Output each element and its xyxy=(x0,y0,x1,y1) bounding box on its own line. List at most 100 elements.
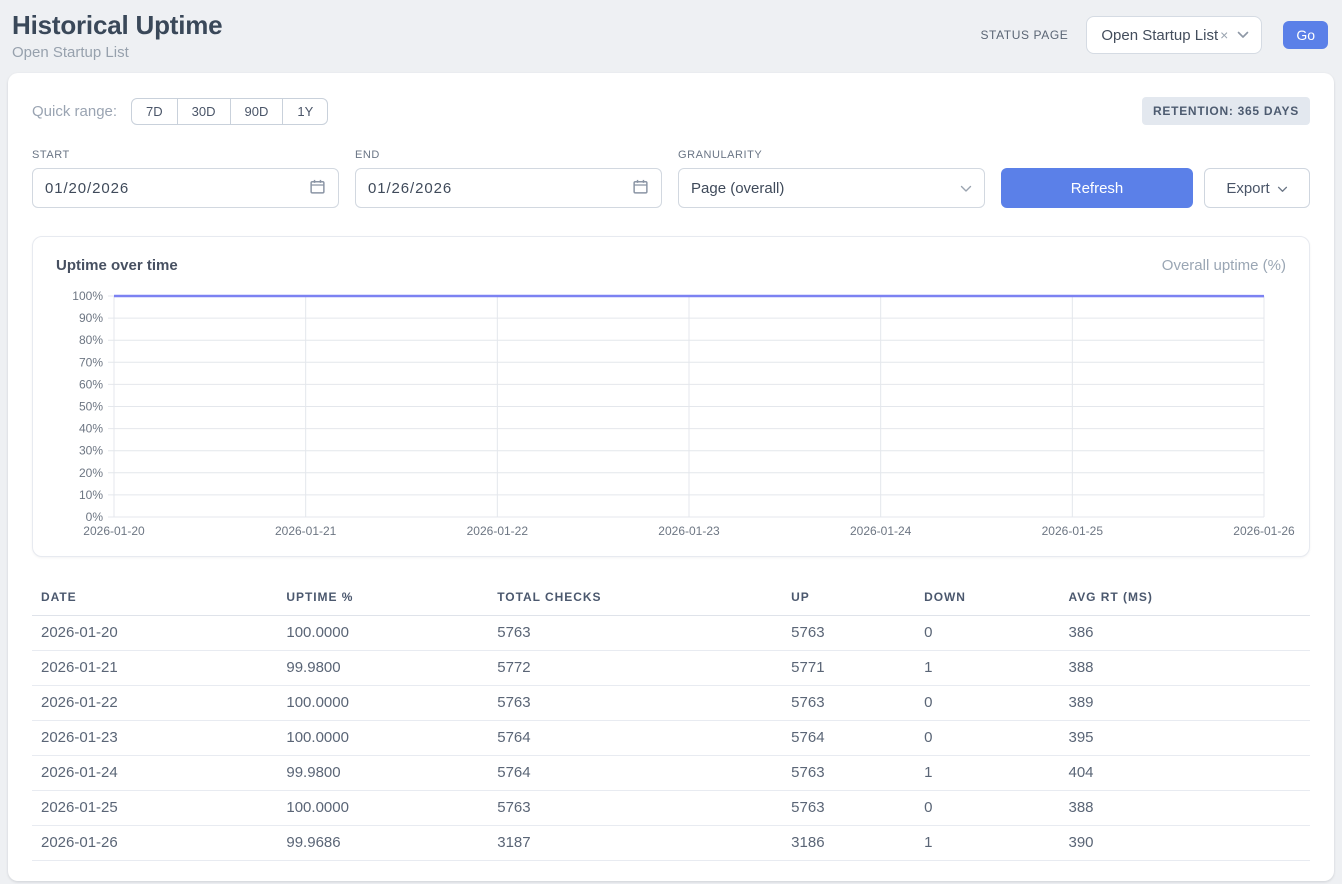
chevron-down-icon xyxy=(1237,31,1249,39)
table-cell: 386 xyxy=(1059,616,1310,651)
y-axis-label: 100% xyxy=(72,289,103,303)
export-button[interactable]: Export xyxy=(1204,168,1310,208)
x-axis-label: 2026-01-20 xyxy=(83,524,145,538)
page-subtitle: Open Startup List xyxy=(12,44,222,61)
table-cell: 5772 xyxy=(488,651,782,686)
header-right: STATUS PAGE Open Startup List × Go xyxy=(980,16,1328,54)
table-cell: 5763 xyxy=(782,756,915,791)
status-page-label: STATUS PAGE xyxy=(980,28,1068,42)
table-cell: 5763 xyxy=(488,616,782,651)
export-button-label: Export xyxy=(1226,180,1269,197)
start-date-value: 01/20/2026 xyxy=(45,180,129,197)
quick-range-30d-button[interactable]: 30D xyxy=(177,98,231,125)
quick-range-90d-button[interactable]: 90D xyxy=(230,98,284,125)
x-axis-label: 2026-01-25 xyxy=(1042,524,1104,538)
table-cell: 100.0000 xyxy=(277,616,488,651)
table-cell: 1 xyxy=(915,651,1059,686)
quick-range-group: Quick range: 7D 30D 90D 1Y xyxy=(32,98,328,125)
end-date-label: END xyxy=(355,149,662,161)
table-cell: 100.0000 xyxy=(277,791,488,826)
chart-header: Uptime over time Overall uptime (%) xyxy=(44,257,1298,274)
retention-badge: RETENTION: 365 DAYS xyxy=(1142,97,1310,125)
table-cell: 2026-01-20 xyxy=(32,616,277,651)
column-header-date: DATE xyxy=(32,581,277,616)
calendar-icon[interactable] xyxy=(632,178,649,199)
x-axis-label: 2026-01-24 xyxy=(850,524,912,538)
table-row: 2026-01-23100.0000576457640395 xyxy=(32,721,1310,756)
table-row: 2026-01-25100.0000576357630388 xyxy=(32,791,1310,826)
table-cell: 2026-01-23 xyxy=(32,721,277,756)
table-cell: 389 xyxy=(1059,686,1310,721)
table-cell: 5763 xyxy=(782,791,915,826)
y-axis-label: 80% xyxy=(79,333,103,347)
table-cell: 5763 xyxy=(488,791,782,826)
start-date-label: START xyxy=(32,149,339,161)
uptime-table: DATE UPTIME % TOTAL CHECKS UP DOWN AVG R… xyxy=(32,581,1310,861)
chevron-down-icon xyxy=(1277,180,1288,197)
table-cell: 2026-01-21 xyxy=(32,651,277,686)
table-cell: 390 xyxy=(1059,826,1310,861)
table-cell: 2026-01-24 xyxy=(32,756,277,791)
y-axis-label: 70% xyxy=(79,355,103,369)
table-cell: 5764 xyxy=(488,756,782,791)
refresh-button[interactable]: Refresh xyxy=(1001,168,1193,208)
table-cell: 388 xyxy=(1059,791,1310,826)
column-header-total-checks: TOTAL CHECKS xyxy=(488,581,782,616)
table-cell: 0 xyxy=(915,686,1059,721)
table-cell: 0 xyxy=(915,616,1059,651)
table-cell: 388 xyxy=(1059,651,1310,686)
table-cell: 404 xyxy=(1059,756,1310,791)
chevron-down-icon xyxy=(960,180,972,197)
start-date-input[interactable]: 01/20/2026 xyxy=(32,168,339,208)
quick-range-1y-button[interactable]: 1Y xyxy=(282,98,328,125)
table-cell: 5764 xyxy=(782,721,915,756)
y-axis-label: 30% xyxy=(79,444,103,458)
quick-range-row: Quick range: 7D 30D 90D 1Y RETENTION: 36… xyxy=(32,97,1310,125)
uptime-chart-card: Uptime over time Overall uptime (%) 0%10… xyxy=(32,236,1310,557)
x-axis-label: 2026-01-21 xyxy=(275,524,337,538)
status-page-select-value: Open Startup List xyxy=(1101,27,1218,44)
table-cell: 5771 xyxy=(782,651,915,686)
start-date-field: START 01/20/2026 xyxy=(32,149,339,208)
quick-range-7d-button[interactable]: 7D xyxy=(131,98,178,125)
y-axis-label: 20% xyxy=(79,466,103,480)
quick-range-buttons: 7D 30D 90D 1Y xyxy=(131,98,328,125)
table-cell: 2026-01-26 xyxy=(32,826,277,861)
calendar-icon[interactable] xyxy=(309,178,326,199)
table-header-row: DATE UPTIME % TOTAL CHECKS UP DOWN AVG R… xyxy=(32,581,1310,616)
table-row: 2026-01-22100.0000576357630389 xyxy=(32,686,1310,721)
granularity-select[interactable]: Page (overall) xyxy=(678,168,985,208)
uptime-chart-svg: 0%10%20%30%40%50%60%70%80%90%100%2026-01… xyxy=(46,288,1296,544)
page-header: Historical Uptime Open Startup List STAT… xyxy=(0,0,1342,73)
y-axis-label: 90% xyxy=(79,311,103,325)
uptime-table-body: 2026-01-20100.00005763576303862026-01-21… xyxy=(32,616,1310,861)
x-axis-label: 2026-01-26 xyxy=(1233,524,1295,538)
column-header-up: UP xyxy=(782,581,915,616)
table-row: 2026-01-2699.9686318731861390 xyxy=(32,826,1310,861)
column-header-avg-rt: AVG RT (MS) xyxy=(1059,581,1310,616)
table-header: DATE UPTIME % TOTAL CHECKS UP DOWN AVG R… xyxy=(32,581,1310,616)
filter-row: START 01/20/2026 END 01/26/2026 GRANULAR… xyxy=(32,149,1310,208)
x-axis-label: 2026-01-22 xyxy=(467,524,529,538)
main-panel: Quick range: 7D 30D 90D 1Y RETENTION: 36… xyxy=(8,73,1334,881)
table-cell: 5763 xyxy=(782,686,915,721)
end-date-input[interactable]: 01/26/2026 xyxy=(355,168,662,208)
table-cell: 5763 xyxy=(782,616,915,651)
table-cell: 100.0000 xyxy=(277,686,488,721)
chart-legend: Overall uptime (%) xyxy=(1162,257,1286,274)
granularity-value: Page (overall) xyxy=(691,180,784,197)
chart-title: Uptime over time xyxy=(56,257,178,274)
table-cell: 3186 xyxy=(782,826,915,861)
clear-icon[interactable]: × xyxy=(1220,27,1228,43)
table-cell: 1 xyxy=(915,826,1059,861)
table-cell: 3187 xyxy=(488,826,782,861)
y-axis-label: 40% xyxy=(79,422,103,436)
go-button[interactable]: Go xyxy=(1283,21,1328,49)
quick-range-label: Quick range: xyxy=(32,103,117,120)
title-block: Historical Uptime Open Startup List xyxy=(12,10,222,61)
status-page-select[interactable]: Open Startup List × xyxy=(1086,16,1262,54)
end-date-value: 01/26/2026 xyxy=(368,180,452,197)
y-axis-label: 60% xyxy=(79,377,103,391)
table-cell: 5763 xyxy=(488,686,782,721)
table-cell: 99.9800 xyxy=(277,756,488,791)
